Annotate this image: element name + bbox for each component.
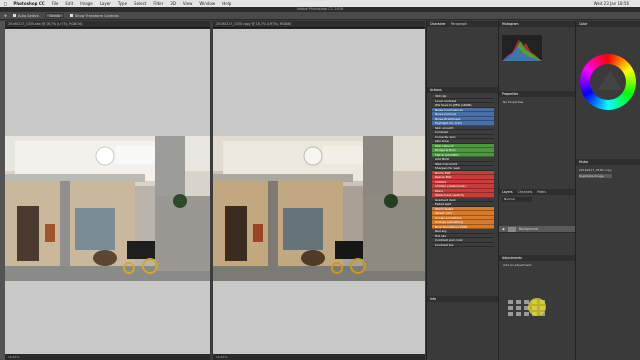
tab-info[interactable]: Info — [430, 296, 436, 302]
color-triangle[interactable] — [598, 70, 622, 90]
group-select[interactable]: Group — [45, 13, 65, 18]
menu-image[interactable]: Image — [80, 1, 93, 6]
show-transform-checkbox[interactable]: Show Transform Controls — [70, 14, 119, 18]
eye-icon[interactable]: ◉ — [502, 227, 505, 231]
color-balance-icon[interactable] — [516, 306, 521, 310]
layers-list: ◉ Background — [499, 226, 575, 233]
show-transform-label: Show Transform Controls — [75, 13, 119, 18]
menu-3d[interactable]: 3D — [170, 1, 176, 6]
tab-layers[interactable]: Layers — [502, 189, 513, 195]
history-item[interactable]: 20190217_0530.copy — [579, 168, 612, 172]
options-bar: ✥ Auto-Select: Group Show Transform Cont… — [0, 12, 640, 20]
threshold-icon[interactable] — [524, 312, 529, 316]
move-tool-icon[interactable]: ✥ — [4, 14, 7, 18]
menu-filter[interactable]: Filter — [153, 1, 163, 6]
tab-paths[interactable]: Paths — [537, 189, 546, 195]
menu-view[interactable]: View — [183, 1, 193, 6]
color-panel-tabs: Color — [576, 21, 640, 27]
clock: Wed 23 Jan 18:56 — [593, 1, 629, 6]
menu-edit[interactable]: Edit — [65, 1, 73, 6]
adjustments-hint: Add an adjustment — [503, 263, 532, 267]
canvas-1[interactable] — [5, 29, 210, 354]
document-window-2: 20190217_1530 copy @ 16,7% (LR75s, RGB/8… — [213, 21, 425, 360]
actions-list: 300 dpi Local contrast JPG Save to JPEG (s… — [432, 94, 494, 247]
checkbox-icon — [70, 14, 74, 17]
character-panel-body — [433, 27, 493, 87]
histogram-panel-tabs: Histogram — [499, 21, 575, 27]
history-list: 20190217_0530.copy Duplicate Image — [579, 168, 612, 178]
brightness-icon[interactable] — [508, 300, 513, 304]
layers-panel-tabs: Layers Channels Paths — [499, 189, 575, 195]
document-tab-1[interactable]: 20190217_1335.raw @ 16,7% (Lr77s, RGB/16… — [5, 21, 210, 28]
levels-icon[interactable] — [516, 300, 521, 304]
photo-2 — [213, 136, 425, 281]
action-item[interactable]: Contrast big — [432, 242, 494, 247]
tab-adjustments[interactable]: Adjustments — [502, 255, 522, 261]
menu-select[interactable]: Select — [134, 1, 146, 6]
actions-panel-tab: Actions — [427, 87, 498, 93]
tab-actions[interactable]: Actions — [430, 87, 442, 93]
apple-icon[interactable]:  — [4, 1, 6, 6]
menu-bar:  Photoshop CC File Edit Image Layer Typ… — [0, 0, 640, 7]
document-window-1: 20190217_1335.raw @ 16,7% (Lr77s, RGB/16… — [5, 21, 210, 360]
layer-thumbnail — [507, 226, 516, 232]
status-bar-1: 16,67% — [5, 354, 210, 360]
tab-histogram[interactable]: Histogram — [502, 21, 519, 27]
auto-select-checkbox[interactable]: Auto-Select: — [12, 13, 40, 18]
street-scene-image — [5, 136, 210, 281]
menu-help[interactable]: Help — [222, 1, 231, 6]
canvas-2[interactable] — [213, 29, 425, 354]
posterize-icon[interactable] — [516, 312, 521, 316]
layer-name: Background — [518, 227, 538, 231]
menu-layer[interactable]: Layer — [100, 1, 111, 6]
tab-history[interactable]: Histor — [579, 159, 588, 165]
color-wheel[interactable] — [580, 54, 636, 110]
invert-icon[interactable] — [508, 312, 513, 316]
layer-row[interactable]: ◉ Background — [499, 226, 575, 233]
history-item[interactable]: Duplicate Image — [579, 174, 612, 178]
hue-icon[interactable] — [508, 306, 513, 310]
tab-channels[interactable]: Channels — [518, 189, 533, 195]
status-bar-2: 16,67% — [213, 354, 425, 360]
cursor-highlight — [528, 298, 546, 316]
menu-file[interactable]: File — [52, 1, 59, 6]
history-panel-tabs: Histor — [576, 159, 640, 165]
menu-app-name[interactable]: Photoshop CC — [13, 1, 44, 6]
checkbox-icon — [12, 14, 16, 17]
tab-properties[interactable]: Properties — [502, 91, 518, 97]
properties-panel-tabs: Properties — [499, 91, 575, 97]
histogram-chart — [502, 39, 542, 61]
street-scene-image-edited — [213, 136, 425, 281]
info-panel-tab: Info — [427, 296, 498, 302]
tab-color[interactable]: Color — [579, 21, 587, 27]
no-properties-text: No Properties — [503, 100, 524, 104]
blend-mode-select[interactable]: Normal — [502, 197, 532, 202]
menu-window[interactable]: Window — [199, 1, 215, 6]
menu-type[interactable]: Type — [118, 1, 127, 6]
adjustments-panel-tabs: Adjustments — [499, 255, 575, 261]
auto-select-label: Auto-Select: — [17, 13, 40, 18]
document-tab-2[interactable]: 20190217_1530 copy @ 16,7% (LR75s, RGB/8… — [213, 21, 425, 28]
histogram-graph — [502, 35, 542, 61]
photo-1 — [5, 136, 210, 281]
